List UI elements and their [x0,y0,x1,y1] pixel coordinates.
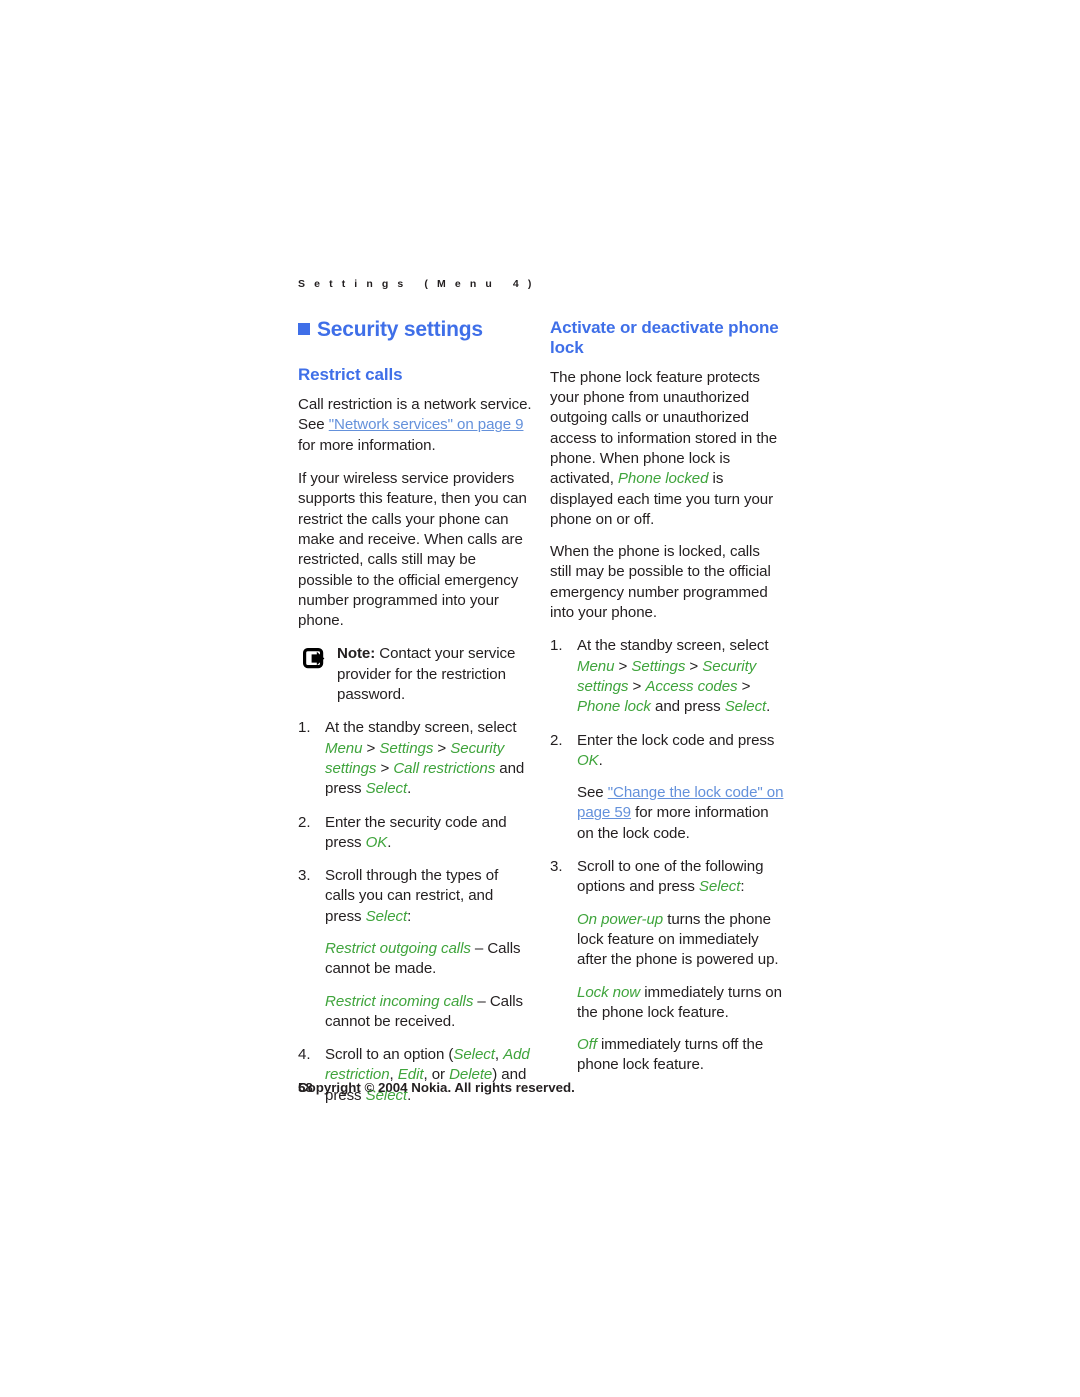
step-number: 4. [298,1046,311,1064]
ui-string: Select [724,698,767,716]
note-block-restriction-password: Note: Contact your service provider for … [298,644,532,705]
ui-string: Restrict outgoing calls [325,939,471,957]
copyright-notice: Copyright © 2004 Nokia. All rights reser… [298,1080,575,1095]
page-number: 58 [298,1080,313,1095]
step-item: 2. Enter the security code and press OK. [298,813,532,854]
link-network-services-page-9[interactable]: "Network services" on page 9 [329,416,524,433]
subsection-heading-restrict-calls: Restrict calls [298,364,403,384]
step-item: 4. Scroll to an option (Select, Add restr… [298,1045,532,1106]
note-label: Note: [337,645,376,663]
paragraph-phone-lock-intro: The phone lock feature protects your pho… [550,368,784,530]
step-substep: Off immediately turns off the phone lock… [577,1035,784,1076]
text-after-link: for more information. [298,436,436,454]
step-text: and press [650,698,725,716]
step-substep: See "Change the lock code" on page 59 fo… [577,783,784,844]
step-body: At the standby screen, select Menu > Set… [577,637,770,715]
step-body: At the standby screen, select Menu > Set… [325,719,524,797]
step-item: 3. Scroll through the types of calls you … [298,866,532,1032]
ui-string: Lock now [577,983,641,1001]
ui-string: Select [698,878,741,896]
ui-string: Menu [325,739,363,757]
section-bullet-square-icon [298,323,310,335]
ui-string: Phone lock [577,698,651,716]
step-text: See [577,784,608,802]
step-body: Enter the lock code and press OK. [577,732,774,769]
step-body: Scroll through the types of calls you ca… [325,867,498,925]
step-text: immediately turns off the phone lock fea… [577,1036,764,1074]
ui-string: Settings [379,739,434,757]
ui-string: Select [365,780,408,798]
step-text: . [387,833,392,851]
ui-string: Select [365,907,408,925]
step-substep: Restrict incoming calls – Calls cannot b… [325,992,532,1033]
step-text: : [407,907,412,925]
ui-string-phone-locked: Phone locked [617,470,709,488]
ui-string: Menu [577,657,615,675]
ui-string: Off [577,1036,597,1054]
step-number: 3. [550,858,563,876]
step-body: Scroll to an option (Select, Add restric… [325,1046,530,1104]
step-number: 1. [550,637,563,655]
paragraph-wireless-provider-support: If your wireless service providers suppo… [298,470,527,630]
ui-string: Call restrictions [393,759,496,777]
step-number: 3. [298,867,311,885]
ui-string: OK [365,833,388,851]
step-text: . [766,698,771,716]
step-text: > [614,657,632,675]
step-item: 2. Enter the lock code and press OK. See "… [550,731,784,844]
step-text: . [407,780,412,798]
step-body: Scroll to one of the following options a… [577,858,763,895]
step-text: > [433,739,451,757]
step-substep: Lock now immediately turns on the phone … [577,983,784,1024]
ui-string: OK [577,751,599,769]
step-text: Enter the security code and press [325,813,507,851]
page-footer: 58 Copyright © 2004 Nokia. All rights re… [298,1080,784,1095]
note-text: Note: Contact your service provider for … [337,644,532,705]
step-text: > [737,677,751,695]
step-number: 2. [298,813,311,831]
ui-string: Select [453,1046,495,1064]
step-text: : [740,878,745,896]
paragraph-locked-emergency-calls: When the phone is locked, calls still ma… [550,543,771,622]
step-item: 1. At the standby screen, select Menu > S… [550,636,784,717]
section-heading-security-settings: Security settings [298,318,532,343]
steps-list-restrict-calls: 1. At the standby screen, select Menu > S… [298,718,532,1106]
step-number: 1. [298,719,311,737]
ui-string: Access codes [645,677,738,695]
step-item: 1. At the standby screen, select Menu > S… [298,718,532,799]
step-text: Scroll to an option ( [325,1046,454,1064]
two-column-layout: Security settings Restrict calls Call re… [298,318,784,1119]
step-text: > [362,739,380,757]
step-text: Enter the lock code and press [577,731,775,749]
steps-list-phone-lock: 1. At the standby screen, select Menu > S… [550,636,784,1075]
step-text: > [628,677,646,695]
step-body: Enter the security code and press OK. [325,814,507,851]
ui-string: Restrict incoming calls [325,992,474,1010]
step-text: . [598,751,603,769]
step-text: Scroll through the types of calls you ca… [325,867,499,925]
step-item: 3. Scroll to one of the following options… [550,857,784,1076]
step-substep: Restrict outgoing calls – Calls cannot b… [325,939,532,980]
subsection-heading-activate-deactivate-phone-lock: Activate or deactivate phone lock [550,318,779,358]
step-text: At the standby screen, select [325,719,517,737]
running-head: S e t t i n g s ( M e n u 4 ) [298,278,535,290]
ui-string: Settings [631,657,686,675]
step-text: , [494,1046,504,1064]
section-heading-label: Security settings [317,318,483,341]
step-number: 2. [550,731,563,749]
left-column: Security settings Restrict calls Call re… [298,318,532,1119]
ui-string: On power-up [577,910,664,928]
document-page: S e t t i n g s ( M e n u 4 ) Security s… [298,278,784,1119]
paragraph-call-restriction-intro: Call restriction is a network service. S… [298,395,532,456]
right-column: Activate or deactivate phone lock The ph… [550,318,784,1089]
note-arrow-icon [303,644,337,705]
step-text: > [376,759,394,777]
step-text: At the standby screen, select [577,637,769,655]
step-text: > [685,657,703,675]
step-substep: On power-up turns the phone lock feature… [577,910,784,971]
